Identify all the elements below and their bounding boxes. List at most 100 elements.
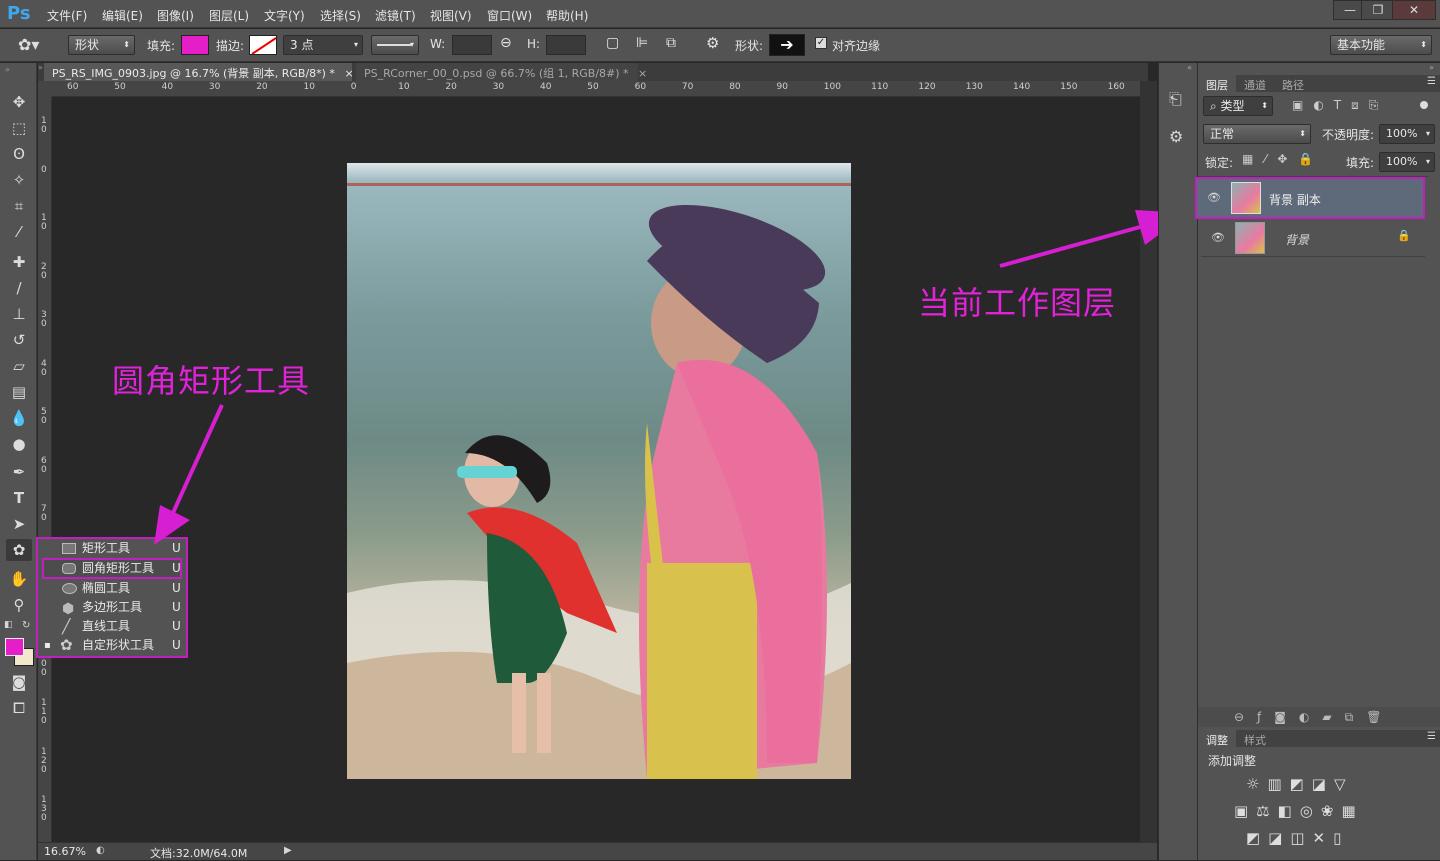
properties-panel-icon[interactable]: ⚙ [1169,127,1183,146]
hand-tool-icon[interactable]: ✋ [6,568,32,590]
tab-channels[interactable]: 通道 [1244,77,1266,93]
menu-window[interactable]: 窗口(W) [487,7,532,24]
lock-label: 锁定: [1205,156,1234,170]
magic-wand-tool-icon[interactable]: ✧ [6,169,32,191]
layer-row-background[interactable]: 👁 背景 🔒 [1201,219,1425,257]
blur-tool-icon[interactable]: 💧 [6,407,32,429]
dock-collapse-icon[interactable]: « [1187,63,1192,72]
path-selection-tool-icon[interactable]: ➤ [6,513,32,535]
visibility-eye-icon[interactable]: 👁 [1211,231,1225,244]
layers-footer-icons[interactable]: ⊖ƒ◙◐▰⧉🗑 [1198,707,1440,727]
menu-edit[interactable]: 编辑(E) [102,7,143,24]
filter-toggle-icon[interactable] [1420,101,1428,109]
tab-layers[interactable]: 图层 [1198,75,1236,92]
menu-image[interactable]: 图像(I) [157,7,194,24]
path-operations-icon[interactable]: ▢ [606,35,619,51]
tab-close-icon[interactable]: × [344,67,353,80]
workspace-select[interactable]: 基本功能 ⬍ [1330,35,1432,55]
quick-mask-icon[interactable]: ◙ [6,671,32,693]
path-arrangement-icon[interactable]: ⧉ [666,35,676,51]
lock-options-icons[interactable]: ▦⁄✥🔒 [1242,152,1324,166]
clone-stamp-tool-icon[interactable]: ⊥ [6,303,32,325]
move-tool-icon[interactable]: ✥ [6,91,32,113]
stroke-size-select[interactable]: 3 点 ▾ [283,35,363,55]
screen-mode-icon[interactable]: ⧠ [6,697,32,719]
status-menu-arrow-icon[interactable]: ▶ [284,845,292,856]
adjustment-icons-row-3[interactable]: ◩◪◫✕▯ [1246,829,1349,847]
shape-menu-item-rounded-rectangle[interactable]: 圆角矩形工具 U [42,558,182,579]
fill-color-swatch[interactable] [181,35,209,55]
stroke-style-select[interactable]: ▾ [371,35,419,55]
layer-name[interactable]: 背景 [1285,231,1309,248]
zoom-level[interactable]: 16.67% [44,845,86,858]
menu-layer[interactable]: 图层(L) [209,7,249,24]
panel-menu-icon[interactable]: ☰ [1427,731,1436,742]
path-alignment-icon[interactable]: ⊫ [636,35,648,51]
vertical-scrollbar[interactable] [1140,81,1157,842]
tab-paths[interactable]: 路径 [1282,77,1304,93]
document-photo[interactable] [347,163,851,779]
tool-mode-select[interactable]: 形状 ⬍ [68,35,135,55]
layer-row-background-copy[interactable]: 👁 背景 副本 [1195,177,1425,219]
shape-menu-item-line[interactable]: ╱ 直线工具 U [42,617,182,636]
annotation-rounded-rect-tool: 圆角矩形工具 [112,362,311,400]
history-panel-icon[interactable]: ⎗ [1169,89,1182,109]
stroke-color-swatch[interactable] [249,35,277,55]
lasso-tool-icon[interactable]: ʘ [6,143,32,165]
shape-tool-icon[interactable]: ✿ [6,539,32,561]
gradient-tool-icon[interactable]: ▤ [6,381,32,403]
eyedropper-tool-icon[interactable]: ⁄ [6,221,32,243]
status-info-icon[interactable]: ◐ [96,845,105,856]
line-icon: ╱ [62,619,71,635]
shape-picker-arrow-icon[interactable]: ➔ [769,34,805,56]
tab-document-active[interactable]: PS_RS_IMG_0903.jpg @ 16.7% (背景 副本, RGB/8… [44,63,354,81]
width-input[interactable] [452,35,492,55]
shape-menu-item-rectangle[interactable]: 矩形工具 U [42,539,182,558]
pen-tool-icon[interactable]: ✒ [6,461,32,483]
zoom-tool-icon[interactable]: ⚲ [6,594,32,616]
adjustment-icons-row-1[interactable]: ☼▥◩◪▽ [1246,775,1354,793]
custom-shape-tool-preset-icon[interactable]: ✿▾ [18,35,46,55]
menu-select[interactable]: 选择(S) [320,7,361,24]
tab-document-inactive[interactable]: PS_RCorner_00_0.psd @ 66.7% (组 1, RGB/8#… [356,63,647,81]
layer-filter-icons[interactable]: ▣◐T⧈⎘ [1292,98,1388,113]
foreground-color-swatch[interactable] [5,638,24,656]
layer-filter-select[interactable]: ⌕ 类型 ⬍ [1203,96,1273,116]
tab-adjustments[interactable]: 调整 [1198,730,1236,747]
menu-type[interactable]: 文字(Y) [264,7,305,24]
swap-colors-icon[interactable]: ↻ [22,620,30,631]
marquee-tool-icon[interactable]: ⬚ [6,117,32,139]
tab-close-icon[interactable]: × [638,67,647,80]
layer-name[interactable]: 背景 副本 [1269,191,1321,208]
shape-menu-item-custom-shape[interactable]: ▪ ✿ 自定形状工具 U [42,636,182,655]
visibility-eye-icon[interactable]: 👁 [1207,191,1221,204]
menu-help[interactable]: 帮助(H) [546,7,588,24]
fill-opacity-input[interactable]: 100% ▾ [1379,152,1435,172]
shape-menu-item-ellipse[interactable]: 椭圆工具 U [42,579,182,598]
menu-filter[interactable]: 滤镜(T) [375,7,416,24]
link-icon[interactable]: ⊖ [500,35,512,51]
crop-tool-icon[interactable]: ⌗ [6,195,32,217]
tab-styles[interactable]: 样式 [1244,732,1266,748]
collapse-toolbar-icon[interactable]: » [5,65,10,74]
restore-button[interactable]: ❐ [1361,0,1395,20]
gear-icon[interactable]: ⚙ [706,34,719,52]
eraser-tool-icon[interactable]: ▱ [6,355,32,377]
menu-view[interactable]: 视图(V) [430,7,472,24]
default-colors-icon[interactable]: ◧ [4,620,13,630]
align-edges-checkbox[interactable]: ✓ [815,37,827,49]
history-brush-tool-icon[interactable]: ↺ [6,329,32,351]
opacity-input[interactable]: 100% ▾ [1379,124,1435,144]
shape-menu-item-polygon[interactable]: ⬢ 多边形工具 U [42,598,182,617]
close-window-button[interactable]: ✕ [1392,0,1436,20]
panel-menu-icon[interactable]: ☰ [1427,76,1436,87]
adjustment-icons-row-2[interactable]: ▣⚖◧◎❀▦ [1234,802,1364,820]
panel-collapse-icon[interactable]: » [1198,63,1440,75]
blend-mode-select[interactable]: 正常 ⬍ [1203,124,1311,144]
healing-brush-tool-icon[interactable]: ✚ [6,251,32,273]
height-input[interactable] [546,35,586,55]
dodge-tool-icon[interactable]: ● [6,433,32,455]
menu-file[interactable]: 文件(F) [47,7,87,24]
brush-tool-icon[interactable]: ∕ [6,277,32,299]
type-tool-icon[interactable]: T [6,487,32,509]
